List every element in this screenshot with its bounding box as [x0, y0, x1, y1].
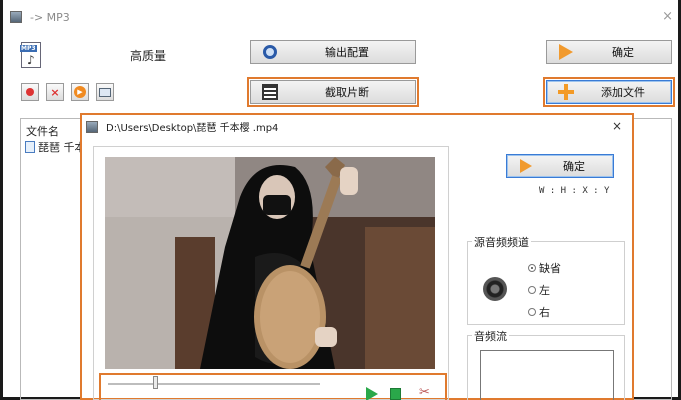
- video-panel: ✂: [93, 146, 449, 400]
- play-icon[interactable]: [366, 387, 378, 400]
- dialog-titlebar: D:\Users\Desktop\琵琶 千本樱 .mp4: [86, 119, 278, 134]
- window-titlebar: -> MP3: [10, 9, 70, 25]
- channel-left-label: 左: [539, 284, 550, 297]
- remove-icon: [26, 88, 34, 96]
- list-item-label: 琵琶 千本: [38, 141, 86, 154]
- scissors-icon[interactable]: ✂: [419, 385, 430, 400]
- channel-left-radio[interactable]: 左: [528, 282, 550, 298]
- audio-stream-list[interactable]: [480, 350, 614, 400]
- source-audio-channel-group: 源音频频道 缺省 左 右: [467, 234, 625, 325]
- playback-controls: ✂: [99, 373, 447, 400]
- gear-icon: [263, 45, 277, 59]
- add-file-label: 添加文件: [601, 86, 645, 99]
- radio-unselected[interactable]: [528, 286, 536, 294]
- audio-stream-group: 音频流: [467, 328, 625, 400]
- app-icon: [10, 11, 22, 23]
- mp3-file-icon: MP3 ♪: [20, 42, 41, 68]
- play-file-button[interactable]: ▶: [71, 83, 89, 101]
- radio-selected[interactable]: [528, 264, 536, 272]
- dialog-title: D:\Users\Desktop\琵琶 千本樱 .mp4: [106, 123, 279, 134]
- video-preview[interactable]: [105, 157, 435, 369]
- seek-slider-track[interactable]: [108, 383, 320, 385]
- speaker-icon: [483, 277, 507, 301]
- add-file-button[interactable]: 添加文件: [543, 77, 675, 107]
- play-circle-icon: ▶: [74, 86, 86, 98]
- plus-icon: [557, 83, 575, 101]
- crop-coords-label: W : H : X : Y: [539, 186, 610, 196]
- remove-file-button[interactable]: [21, 83, 39, 101]
- arrow-right-icon: [520, 159, 532, 173]
- list-item[interactable]: 琵琶 千本: [25, 139, 86, 155]
- confirm-button[interactable]: 确定: [546, 40, 672, 64]
- info-card-icon: [99, 87, 111, 97]
- app-icon: [86, 120, 98, 133]
- window-title: -> MP3: [30, 10, 70, 24]
- confirm-label: 确定: [612, 46, 634, 59]
- clear-list-button[interactable]: ×: [46, 83, 64, 101]
- dialog-close-icon[interactable]: ×: [612, 119, 622, 133]
- arrow-right-icon: [559, 44, 573, 60]
- filename-column-header[interactable]: 文件名: [26, 123, 59, 139]
- channel-right-radio[interactable]: 右: [528, 304, 550, 320]
- source-audio-channel-legend: 源音频频道: [472, 234, 531, 250]
- video-file-icon: [25, 141, 35, 153]
- quality-label[interactable]: 高质量: [130, 47, 166, 64]
- channel-default-radio[interactable]: 缺省: [528, 260, 561, 276]
- dialog-confirm-label: 确定: [563, 160, 585, 173]
- output-config-label: 输出配置: [325, 46, 369, 59]
- clip-dialog: D:\Users\Desktop\琵琶 千本樱 .mp4 × ✂ 确定 W: …: [80, 113, 634, 400]
- close-icon[interactable]: ×: [662, 9, 673, 24]
- clip-segment-label: 截取片断: [325, 86, 369, 99]
- stop-icon[interactable]: [390, 388, 401, 400]
- channel-right-label: 右: [539, 306, 550, 319]
- channel-default-label: 缺省: [539, 262, 561, 275]
- dialog-confirm-button[interactable]: 确定: [506, 154, 614, 178]
- seek-slider-thumb[interactable]: [153, 376, 158, 389]
- output-config-button[interactable]: 输出配置: [250, 40, 416, 64]
- film-icon: [262, 84, 278, 100]
- delete-x-icon: ×: [50, 85, 60, 99]
- radio-unselected[interactable]: [528, 308, 536, 316]
- file-info-button[interactable]: [96, 83, 114, 101]
- video-frame-image: [105, 157, 435, 369]
- clip-segment-button[interactable]: 截取片断: [247, 77, 419, 107]
- audio-stream-legend: 音频流: [472, 328, 509, 344]
